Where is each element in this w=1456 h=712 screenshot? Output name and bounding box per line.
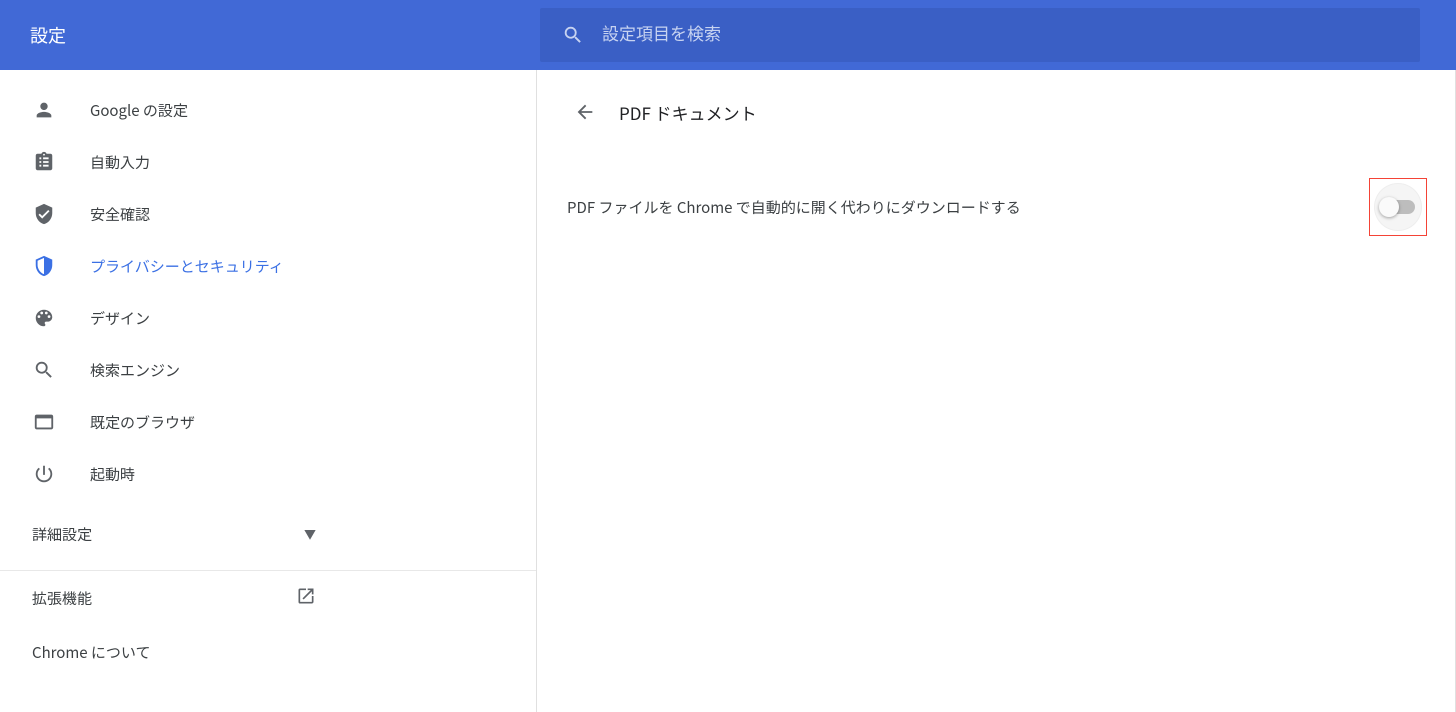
sidebar-item-startup[interactable]: 起動時 <box>0 448 536 500</box>
advanced-toggle[interactable]: 詳細設定 ▼ <box>0 508 536 560</box>
sidebar-item-label: 検索エンジン <box>90 360 180 381</box>
palette-icon <box>32 306 56 330</box>
open-external-icon <box>296 586 316 611</box>
sidebar-item-default-browser[interactable]: 既定のブラウザ <box>0 396 536 448</box>
sidebar-item-autofill[interactable]: 自動入力 <box>0 136 536 188</box>
about-label: Chrome について <box>32 642 150 663</box>
pdf-download-toggle[interactable] <box>1374 183 1422 231</box>
switch-knob <box>1379 197 1399 217</box>
extensions-link[interactable]: 拡張機能 <box>0 571 536 625</box>
advanced-label: 詳細設定 <box>32 524 92 545</box>
shield-check-icon <box>32 202 56 226</box>
about-chrome-link[interactable]: Chrome について <box>0 625 536 679</box>
sidebar-item-label: 自動入力 <box>90 152 150 173</box>
search-box[interactable] <box>540 8 1420 62</box>
clipboard-icon <box>32 150 56 174</box>
sidebar-item-label: プライバシーとセキュリティ <box>90 256 284 277</box>
sidebar-item-safety[interactable]: 安全確認 <box>0 188 536 240</box>
content-panel: PDF ドキュメント PDF ファイルを Chrome で自動的に開く代わりにダ… <box>537 70 1456 712</box>
extensions-label: 拡張機能 <box>32 588 92 609</box>
browser-icon <box>32 410 56 434</box>
power-icon <box>32 462 56 486</box>
header-bar: 設定 <box>0 0 1456 70</box>
arrow-back-icon <box>574 101 596 123</box>
sidebar-item-label: 安全確認 <box>90 204 150 225</box>
shield-icon <box>32 254 56 278</box>
person-icon <box>32 98 56 122</box>
switch-track <box>1381 200 1415 214</box>
app-title: 設定 <box>30 22 540 48</box>
page-title: PDF ドキュメント <box>619 100 757 125</box>
chevron-down-icon: ▼ <box>304 526 316 543</box>
sidebar-item-label: デザイン <box>90 308 150 329</box>
content-header: PDF ドキュメント <box>537 94 1455 130</box>
search-icon <box>562 24 584 46</box>
back-button[interactable] <box>567 94 603 130</box>
sidebar-item-design[interactable]: デザイン <box>0 292 536 344</box>
setting-label: PDF ファイルを Chrome で自動的に開く代わりにダウンロードする <box>567 197 1021 218</box>
sidebar-item-search-engine[interactable]: 検索エンジン <box>0 344 536 396</box>
sidebar-item-label: 起動時 <box>90 464 135 485</box>
sidebar-item-label: Google の設定 <box>90 100 188 121</box>
sidebar-item-privacy[interactable]: プライバシーとセキュリティ <box>0 240 536 292</box>
sidebar-item-label: 既定のブラウザ <box>90 412 195 433</box>
search-icon <box>32 358 56 382</box>
sidebar-item-google[interactable]: Google の設定 <box>0 84 536 136</box>
search-input[interactable] <box>602 25 1398 45</box>
highlight-box <box>1369 178 1427 236</box>
sidebar: Google の設定 自動入力 安全確認 プライバシーとセキュリティ デザイン <box>0 70 537 712</box>
pdf-download-setting: PDF ファイルを Chrome で自動的に開く代わりにダウンロードする <box>537 178 1455 236</box>
